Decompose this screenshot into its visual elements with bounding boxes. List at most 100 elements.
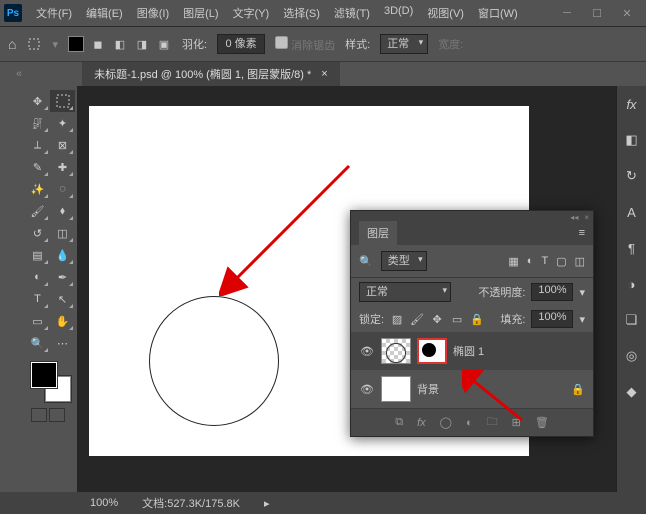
filter-search-icon[interactable]: 🔍	[359, 255, 373, 268]
paragraph-panel-icon[interactable]: ¶	[622, 238, 642, 258]
intersect-selection-icon[interactable]: ▣	[156, 36, 172, 52]
clone-tool[interactable]: ⬧	[50, 200, 75, 222]
healing-tool[interactable]: ✚	[50, 156, 75, 178]
layer-name[interactable]: 背景	[417, 381, 439, 397]
lock-artboard-icon[interactable]: ▭	[450, 312, 464, 326]
menu-layer[interactable]: 图层(L)	[177, 1, 224, 25]
style-select[interactable]: 正常	[380, 34, 428, 54]
panel-collapse-icon[interactable]: ◂◂	[570, 213, 578, 219]
character-panel-icon[interactable]: A	[622, 202, 642, 222]
lock-image-icon[interactable]: 🖌	[410, 312, 424, 326]
dodge-tool[interactable]: ◐	[25, 266, 50, 288]
histogram-panel-icon[interactable]: ◧	[622, 130, 642, 150]
type-tool[interactable]: T	[25, 288, 50, 310]
status-flyout-icon[interactable]: ▸	[264, 497, 270, 510]
opacity-flyout-icon[interactable]: ▾	[579, 286, 585, 299]
group-icon[interactable]: 🗀	[487, 413, 498, 432]
lasso-tool[interactable]: 𓏞	[25, 112, 50, 134]
layer-mask-thumb[interactable]	[417, 338, 447, 364]
pen-tool[interactable]: ✒	[50, 266, 75, 288]
link-layers-icon[interactable]: ⧉	[395, 416, 403, 429]
panel-menu-icon[interactable]: ≡	[579, 227, 585, 239]
minimize-button[interactable]: ─	[552, 3, 582, 23]
filter-pixel-icon[interactable]: ▦	[508, 255, 518, 268]
quickmask-icon[interactable]	[31, 408, 47, 422]
doc-size[interactable]: 文档:527.3K/175.8K	[142, 495, 240, 511]
filter-type-icon[interactable]: T	[541, 255, 548, 268]
filter-shape-icon[interactable]: ▢	[556, 255, 566, 268]
lock-transparent-icon[interactable]: ▨	[390, 312, 404, 326]
marquee-tool[interactable]	[50, 90, 75, 112]
menu-type[interactable]: 文字(Y)	[227, 1, 276, 25]
menu-3d[interactable]: 3D(D)	[378, 1, 419, 25]
filter-smart-icon[interactable]: ◫	[575, 255, 585, 268]
paths-panel-icon[interactable]: ◆	[622, 382, 642, 402]
eyedropper-tool[interactable]: ✎	[25, 156, 50, 178]
menu-view[interactable]: 视图(V)	[421, 1, 470, 25]
fill-flyout-icon[interactable]: ▾	[579, 313, 585, 326]
shape-tool[interactable]: ▭	[25, 310, 50, 332]
fill-swatch[interactable]	[68, 36, 84, 52]
collapse-icon[interactable]: «	[16, 68, 22, 80]
menu-image[interactable]: 图像(I)	[131, 1, 175, 25]
menu-select[interactable]: 选择(S)	[277, 1, 326, 25]
new-layer-icon[interactable]: ⊞	[512, 416, 521, 429]
edit-toolbar[interactable]: ⋯	[50, 332, 75, 354]
delete-icon[interactable]: 🗑	[535, 416, 549, 429]
menu-edit[interactable]: 编辑(E)	[80, 1, 129, 25]
channels-panel-icon[interactable]: ◎	[622, 346, 642, 366]
move-tool[interactable]: ✥	[25, 90, 50, 112]
layers-panel[interactable]: ◂◂× 图层 ≡ 🔍 类型 ▦ ◐ T ▢ ◫ 正常 不透明度: 100% ▾ …	[350, 210, 594, 437]
zoom-level[interactable]: 100%	[90, 497, 118, 509]
document-tab-close-icon[interactable]: ×	[321, 68, 327, 80]
tool-preset-icon[interactable]	[26, 36, 42, 52]
filter-adjust-icon[interactable]: ◐	[527, 255, 534, 268]
visibility-icon[interactable]: 👁	[359, 345, 375, 358]
close-button[interactable]: ✕	[612, 3, 642, 23]
crop-tool[interactable]: ⟂	[25, 134, 50, 156]
layer-row[interactable]: 👁 背景 🔒	[351, 370, 593, 408]
history-panel-icon[interactable]: ↻	[622, 166, 642, 186]
layer-thumb[interactable]	[381, 338, 411, 364]
magic-wand-tool[interactable]: ✨	[25, 178, 50, 200]
hand-tool[interactable]: ✋	[50, 310, 75, 332]
layer-thumb[interactable]	[381, 376, 411, 402]
adjustments-panel-icon[interactable]: ◑	[622, 274, 642, 294]
frame-tool[interactable]: ⊠	[50, 134, 75, 156]
fill-adjust-icon[interactable]: ◐	[466, 417, 473, 429]
layer-row[interactable]: 👁 椭圆 1	[351, 332, 593, 370]
menu-file[interactable]: 文件(F)	[30, 1, 78, 25]
blur-tool[interactable]: 💧	[50, 244, 75, 266]
new-selection-icon[interactable]: ◼	[90, 36, 106, 52]
mask-icon[interactable]: ◯	[440, 416, 452, 429]
menu-window[interactable]: 窗口(W)	[472, 1, 524, 25]
filter-type-select[interactable]: 类型	[381, 251, 427, 271]
menu-filter[interactable]: 滤镜(T)	[328, 1, 376, 25]
layers-tab[interactable]: 图层	[359, 221, 397, 245]
fx-icon[interactable]: fx	[417, 417, 426, 429]
eraser-tool[interactable]: ◫	[50, 222, 75, 244]
feather-input[interactable]: 0 像素	[217, 34, 265, 54]
styles-panel-icon[interactable]: fx	[622, 94, 642, 114]
foreground-color[interactable]	[31, 362, 57, 388]
panel-close-icon[interactable]: ×	[584, 213, 589, 219]
home-icon[interactable]: ⌂	[8, 36, 16, 52]
zoom-tool[interactable]: 🔍	[25, 332, 50, 354]
add-selection-icon[interactable]: ◧	[112, 36, 128, 52]
subtract-selection-icon[interactable]: ◨	[134, 36, 150, 52]
visibility-icon[interactable]: 👁	[359, 383, 375, 396]
fill-input[interactable]: 100%	[531, 310, 573, 328]
blend-mode-select[interactable]: 正常	[359, 282, 451, 302]
quick-select-tool[interactable]: ✦	[50, 112, 75, 134]
maximize-button[interactable]: ☐	[582, 3, 612, 23]
lock-all-icon[interactable]: 🔒	[470, 312, 484, 326]
brush-tool[interactable]: 🖌	[25, 200, 50, 222]
opacity-input[interactable]: 100%	[531, 283, 573, 301]
lock-position-icon[interactable]: ✥	[430, 312, 444, 326]
document-tab[interactable]: 未标题-1.psd @ 100% (椭圆 1, 图层蒙版/8) * ×	[82, 62, 340, 86]
screenmode-icon[interactable]	[49, 408, 65, 422]
gradient-tool[interactable]: ▤	[25, 244, 50, 266]
path-tool[interactable]: ↖	[50, 288, 75, 310]
history-brush-tool[interactable]: ↺	[25, 222, 50, 244]
patch-tool[interactable]: ◌	[50, 178, 75, 200]
